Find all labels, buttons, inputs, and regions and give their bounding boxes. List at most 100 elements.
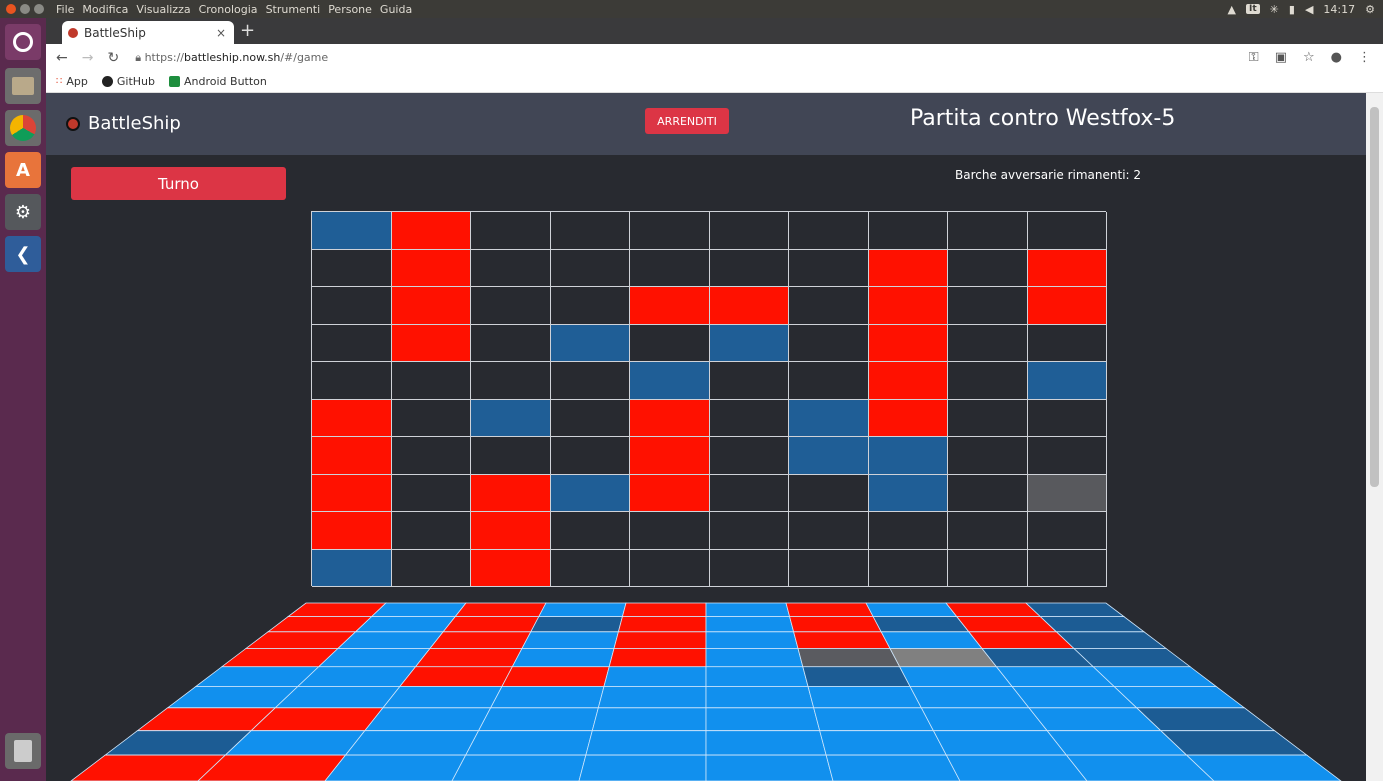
opponent-cell[interactable] [550, 249, 630, 287]
opponent-cell[interactable] [391, 399, 471, 437]
scrollbar-thumb[interactable] [1370, 107, 1379, 487]
opponent-cell[interactable] [709, 362, 789, 400]
opponent-cell[interactable] [948, 549, 1028, 587]
opponent-cell[interactable] [868, 549, 948, 587]
opponent-cell[interactable] [630, 362, 710, 400]
opponent-cell[interactable] [550, 474, 630, 512]
opponent-cell[interactable] [312, 287, 392, 325]
reload-icon[interactable]: ↻ [107, 50, 119, 66]
bluetooth-icon[interactable]: ✳ [1270, 3, 1279, 16]
opponent-cell[interactable] [948, 437, 1028, 475]
opponent-cell[interactable] [550, 324, 630, 362]
opponent-cell[interactable] [868, 287, 948, 325]
bookmark-apps[interactable]: ∷ App [56, 75, 88, 88]
opponent-cell[interactable] [550, 362, 630, 400]
opponent-cell[interactable] [1027, 362, 1107, 400]
opponent-cell[interactable] [709, 437, 789, 475]
close-window-icon[interactable] [6, 4, 16, 14]
opponent-cell[interactable] [1027, 324, 1107, 362]
opponent-cell[interactable] [789, 287, 869, 325]
opponent-cell[interactable] [391, 287, 471, 325]
opponent-cell[interactable] [471, 249, 551, 287]
software-center-icon[interactable]: A [5, 152, 41, 188]
volume-icon[interactable]: ◀ [1305, 3, 1313, 16]
opponent-cell[interactable] [312, 512, 392, 550]
opponent-cell[interactable] [550, 399, 630, 437]
page-scrollbar[interactable] [1366, 93, 1383, 781]
bookmark-android-button[interactable]: Android Button [169, 75, 267, 88]
bookmark-star-icon[interactable]: ☆ [1303, 50, 1315, 65]
menu-item-visualizza[interactable]: Visualizza [136, 3, 190, 16]
opponent-cell[interactable] [550, 512, 630, 550]
opponent-cell[interactable] [1027, 212, 1107, 250]
tab-battleship[interactable]: BattleShip × [62, 21, 234, 44]
menu-item-guida[interactable]: Guida [380, 3, 412, 16]
opponent-cell[interactable] [630, 212, 710, 250]
opponent-cell[interactable] [550, 549, 630, 587]
opponent-cell[interactable] [1027, 549, 1107, 587]
opponent-cell[interactable] [391, 512, 471, 550]
menu-item-file[interactable]: File [56, 3, 74, 16]
opponent-cell[interactable] [630, 399, 710, 437]
opponent-cell[interactable] [312, 249, 392, 287]
opponent-cell[interactable] [391, 549, 471, 587]
opponent-cell[interactable] [391, 437, 471, 475]
opponent-cell[interactable] [312, 474, 392, 512]
opponent-cell[interactable] [709, 324, 789, 362]
opponent-cell[interactable] [868, 399, 948, 437]
opponent-cell[interactable] [948, 324, 1028, 362]
menu-item-persone[interactable]: Persone [328, 3, 372, 16]
opponent-cell[interactable] [630, 437, 710, 475]
system-settings-icon[interactable]: ⚙ [5, 194, 41, 230]
vscode-icon[interactable]: ❮ [5, 236, 41, 272]
opponent-cell[interactable] [391, 249, 471, 287]
ubuntu-dash-icon[interactable] [5, 24, 41, 60]
opponent-cell[interactable] [789, 249, 869, 287]
opponent-cell[interactable] [471, 399, 551, 437]
opponent-cell[interactable] [789, 362, 869, 400]
surrender-button[interactable]: ARRENDITI [645, 108, 729, 134]
more-menu-icon[interactable]: ⋮ [1358, 50, 1371, 65]
opponent-cell[interactable] [789, 474, 869, 512]
opponent-cell[interactable] [948, 474, 1028, 512]
opponent-cell[interactable] [312, 437, 392, 475]
wifi-icon[interactable]: ▲ [1228, 3, 1236, 16]
opponent-cell[interactable] [471, 324, 551, 362]
opponent-cell[interactable] [630, 512, 710, 550]
opponent-cell[interactable] [789, 324, 869, 362]
opponent-cell[interactable] [868, 362, 948, 400]
opponent-cell[interactable] [471, 549, 551, 587]
opponent-cell[interactable] [709, 474, 789, 512]
opponent-cell[interactable] [550, 212, 630, 250]
trash-icon[interactable] [5, 733, 41, 769]
opponent-cell[interactable] [1027, 512, 1107, 550]
menu-item-cronologia[interactable]: Cronologia [199, 3, 258, 16]
opponent-cell[interactable] [1027, 287, 1107, 325]
new-tab-button[interactable]: + [240, 20, 255, 41]
menu-item-modifica[interactable]: Modifica [82, 3, 128, 16]
opponent-cell[interactable] [630, 287, 710, 325]
opponent-cell[interactable] [1027, 399, 1107, 437]
opponent-cell[interactable] [709, 512, 789, 550]
opponent-cell[interactable] [709, 549, 789, 587]
opponent-cell[interactable] [630, 474, 710, 512]
opponent-cell[interactable] [312, 549, 392, 587]
settings-gear-icon[interactable]: ⚙ [1365, 3, 1375, 16]
keyboard-layout-indicator[interactable]: It [1246, 4, 1260, 14]
translate-icon[interactable]: ▣ [1275, 50, 1287, 65]
opponent-cell[interactable] [948, 212, 1028, 250]
opponent-cell[interactable] [312, 324, 392, 362]
minimize-window-icon[interactable] [20, 4, 30, 14]
menu-item-strumenti[interactable]: Strumenti [266, 3, 321, 16]
opponent-cell[interactable] [471, 362, 551, 400]
opponent-cell[interactable] [630, 324, 710, 362]
opponent-cell[interactable] [630, 249, 710, 287]
opponent-cell[interactable] [789, 549, 869, 587]
extension-icon[interactable]: ● [1331, 50, 1342, 65]
opponent-cell[interactable] [868, 437, 948, 475]
opponent-cell[interactable] [471, 287, 551, 325]
opponent-cell[interactable] [312, 212, 392, 250]
maximize-window-icon[interactable] [34, 4, 44, 14]
opponent-cell[interactable] [868, 212, 948, 250]
opponent-cell[interactable] [471, 512, 551, 550]
